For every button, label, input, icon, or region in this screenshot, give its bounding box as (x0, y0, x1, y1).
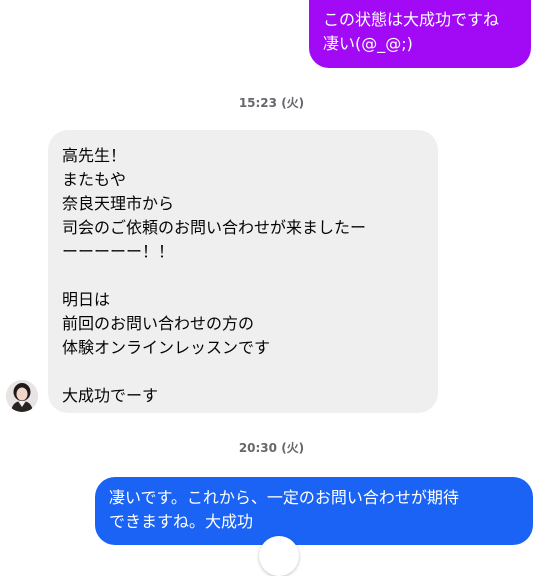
message-line: 明日は (62, 290, 111, 309)
message-line (62, 360, 424, 384)
message-line: またもや (62, 170, 127, 189)
message-line: ーーーーー！！ (62, 242, 175, 261)
avatar-icon (6, 380, 38, 412)
message-line: 奈良天理市から (62, 194, 175, 213)
contact-avatar[interactable] (6, 380, 38, 412)
message-line: この状態は大成功ですね (323, 10, 500, 29)
scroll-down-button[interactable] (259, 536, 299, 576)
message-line: 司会のご依頼のお問い合わせが来ましたー (62, 218, 367, 237)
incoming-message[interactable]: 高先生！ またもや 奈良天理市から 司会のご依頼のお問い合わせが来ましたー ーー… (48, 130, 438, 413)
message-line: 凄い(@_@;) (323, 34, 413, 53)
message-line: 大成功でーす (62, 386, 159, 405)
message-line: 高先生！ (62, 146, 127, 165)
outgoing-message[interactable]: この状態は大成功ですね 凄い(@_@;) (309, 0, 531, 68)
message-line: できますね。大成功 (109, 512, 254, 531)
outgoing-message[interactable]: 凄いです。これから、一定のお問い合わせが期待 できますね。大成功 (95, 477, 533, 545)
timestamp: 20:30 (火) (238, 441, 305, 455)
chat-thread: この状態は大成功ですね 凄い(@_@;) 15:23 (火) 高先生！ またもや… (0, 0, 543, 576)
message-line: 凄いです。これから、一定のお問い合わせが期待 (109, 488, 459, 507)
timestamp: 15:23 (火) (238, 96, 305, 110)
message-line (62, 264, 424, 288)
message-line: 前回のお問い合わせの方の (62, 314, 255, 333)
message-line: 体験オンラインレッスンです (62, 338, 271, 357)
